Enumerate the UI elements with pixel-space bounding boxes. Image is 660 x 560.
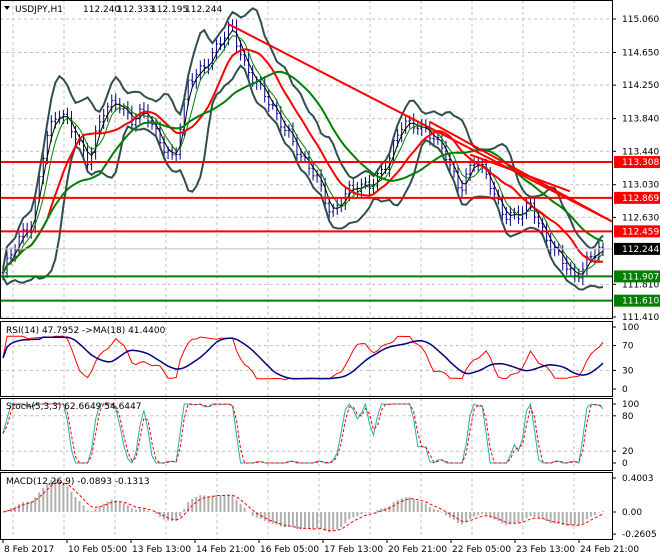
stoch-main-line (2, 402, 604, 464)
stoch-tick-label: 0 (622, 459, 628, 469)
resistance-label: 112.869 (622, 194, 659, 204)
time-tick-label: 14 Feb 21:00 (196, 545, 255, 555)
time-tick-label: 13 Feb 13:00 (132, 545, 191, 555)
rsi-tick-label: 30 (622, 366, 634, 376)
rsi-line (2, 335, 604, 381)
stoch-tick-label: 80 (622, 412, 634, 422)
macd-panel[interactable] (2, 479, 604, 533)
resistance-label: 112.459 (622, 227, 659, 237)
dropdown-triangle-icon[interactable] (4, 6, 10, 10)
macd-tick-label: -0.2605 (622, 530, 657, 540)
trendline[interactable] (227, 23, 613, 223)
close-value: 112.244 (185, 5, 222, 15)
macd-signal-line (2, 481, 604, 532)
time-tick-label: 8 Feb 2017 (4, 545, 54, 555)
price-tick-label: 113.840 (622, 115, 659, 125)
macd-title: MACD(12,26,9) -0.0893 -0.1313 (6, 477, 150, 487)
panel-frames (0, 0, 613, 540)
current-price-label: 112.244 (622, 245, 659, 255)
resistance-label: 113.308 (622, 158, 659, 168)
price-tick-label: 111.410 (622, 313, 659, 323)
macd-tick-label: 0.4003 (622, 474, 654, 484)
stochastic-panel[interactable] (2, 402, 604, 464)
rsi-ma-line (2, 336, 604, 380)
price-tick-label: 113.440 (622, 147, 659, 157)
rsi-title: RSI(14) 47.7952 ->MA(18) 41.4400 (6, 326, 166, 336)
price-tick-label: 114.250 (622, 81, 659, 91)
ma-medium (2, 35, 604, 274)
time-tick-label: 22 Feb 05:00 (452, 545, 511, 555)
stoch-tick-label: 20 (622, 447, 634, 457)
rsi-tick-label: 0 (622, 385, 628, 395)
price-tick-label: 114.650 (622, 48, 659, 58)
rsi-panel[interactable] (2, 335, 604, 381)
high-value: 112.333 (117, 5, 154, 15)
trading-chart[interactable]: 115.060 114.650 114.250 113.840 113.440 113.0… (0, 0, 660, 560)
time-tick-label: 17 Feb 13:00 (324, 545, 383, 555)
symbol-label: USDJPY,H1 (15, 5, 63, 15)
time-tick-label: 16 Feb 05:00 (260, 545, 319, 555)
time-tick-label: 20 Feb 21:00 (388, 545, 447, 555)
support-label: 111.907 (622, 272, 659, 282)
low-value: 112.195 (151, 5, 188, 15)
panel-border (0, 0, 613, 319)
grid-lines (0, 0, 612, 539)
open-value: 112.240 (83, 5, 120, 15)
rsi-tick-label: 70 (622, 342, 634, 352)
price-tick-label: 113.030 (622, 181, 659, 191)
axes: 115.060 114.650 114.250 113.840 113.440 113.0… (2, 15, 660, 555)
stoch-title: Stoch(5,3,3) 62.6649 54.6447 (6, 402, 141, 412)
price-tick-label: 115.060 (622, 15, 659, 25)
price-tick-label: 112.630 (622, 213, 659, 223)
stoch-signal-line (2, 403, 604, 464)
support-label: 111.610 (622, 297, 659, 307)
bollinger-upper (2, 7, 604, 269)
time-tick-label: 23 Feb 13:00 (516, 545, 575, 555)
chart-header: USDJPY,H1 112.240 112.333 112.195 112.24… (4, 5, 222, 487)
rsi-tick-label: 100 (622, 323, 639, 333)
macd-tick-label: 0.00 (622, 508, 642, 518)
time-tick-label: 10 Feb 05:00 (68, 545, 127, 555)
stoch-tick-label: 100 (622, 400, 639, 410)
time-tick-label: 24 Feb 21:00 (580, 545, 639, 555)
